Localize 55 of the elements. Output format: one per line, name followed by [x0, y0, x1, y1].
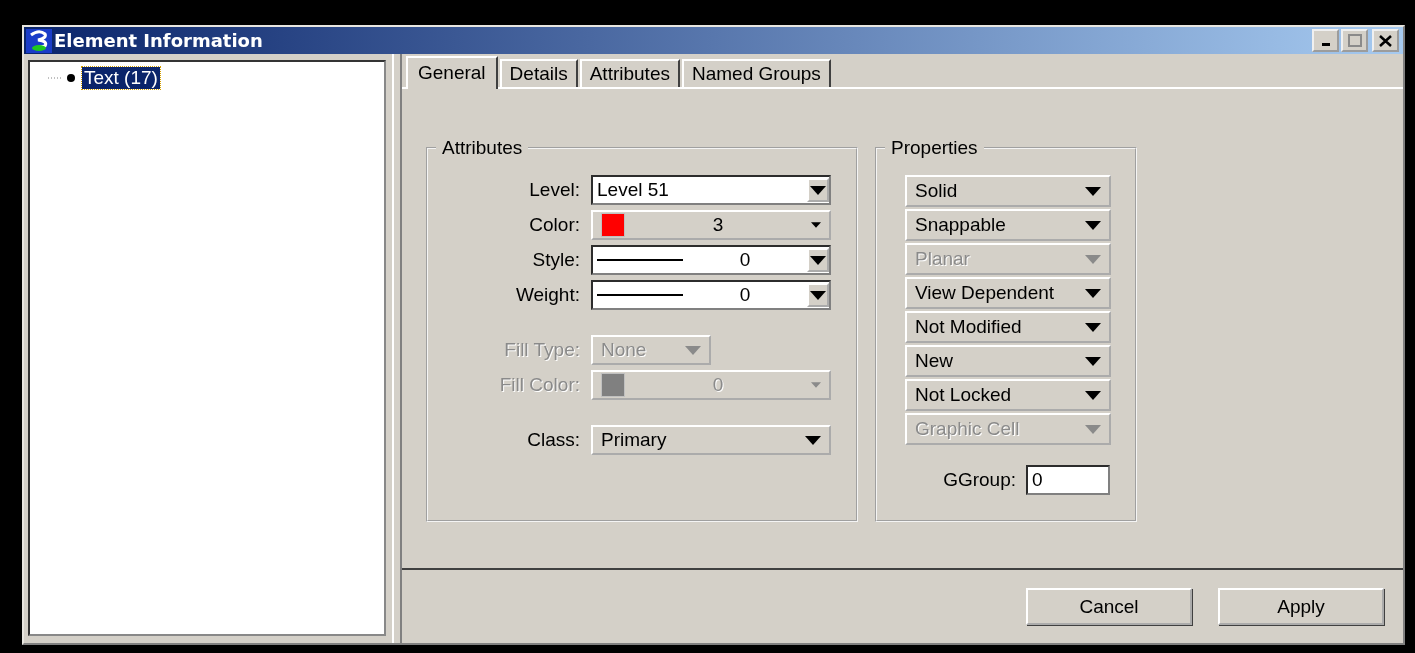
- dialog-button[interactable]: Apply: [1218, 588, 1384, 625]
- property-dropdown[interactable]: View Dependent: [905, 277, 1111, 309]
- minimize-icon: [1321, 43, 1330, 46]
- field-label: Class:: [527, 429, 580, 451]
- dropdown-button[interactable]: Primary: [591, 425, 831, 455]
- field-label: Fill Type:: [504, 339, 580, 361]
- field-label: Fill Color:: [499, 374, 580, 396]
- tree-node-icon: [48, 74, 76, 82]
- tree-item[interactable]: Text (17): [82, 67, 160, 89]
- close-button[interactable]: [1372, 29, 1399, 52]
- field-label: Color:: [529, 214, 580, 236]
- property-dropdown[interactable]: Snappable: [905, 209, 1111, 241]
- caret-icon: [1085, 288, 1101, 298]
- close-icon: [1379, 34, 1392, 47]
- caret-icon: [1085, 356, 1101, 366]
- property-dropdown[interactable]: Not Locked: [905, 379, 1111, 411]
- line-dropdown[interactable]: 0: [591, 245, 831, 275]
- caret-icon: [1085, 424, 1101, 434]
- splitter-bar[interactable]: [392, 54, 402, 643]
- line-style-icon: [597, 258, 683, 262]
- caret-icon: [810, 185, 826, 195]
- tab[interactable]: General: [406, 56, 498, 89]
- caret-icon: [1085, 254, 1101, 264]
- caret-icon: [811, 382, 821, 388]
- property-dropdown[interactable]: Not Modified: [905, 311, 1111, 343]
- caret-icon: [811, 222, 821, 228]
- field-label: Weight:: [515, 284, 580, 306]
- dialog-button[interactable]: Cancel: [1026, 588, 1192, 625]
- caret-icon: [1085, 220, 1101, 230]
- caret-icon: [810, 255, 826, 265]
- caret-icon: [810, 290, 826, 300]
- level-dropdown[interactable]: Level 51: [591, 175, 831, 205]
- window-title: Element Information: [54, 30, 264, 51]
- property-dropdown[interactable]: New: [905, 345, 1111, 377]
- property-dropdown[interactable]: Solid: [905, 175, 1111, 207]
- line-dropdown[interactable]: 0: [591, 280, 831, 310]
- group-title: Properties: [890, 137, 979, 159]
- tab[interactable]: Attributes: [579, 59, 680, 87]
- field-label: Style:: [532, 249, 580, 271]
- maximize-icon: [1347, 34, 1362, 47]
- caret-icon: [685, 345, 701, 355]
- line-style-icon: [597, 293, 683, 297]
- tab[interactable]: Named Groups: [681, 59, 831, 87]
- minimize-button[interactable]: [1312, 29, 1339, 52]
- app-logo-icon: [26, 28, 52, 53]
- ggroup-field[interactable]: 0: [1026, 465, 1110, 495]
- caret-icon: [1085, 322, 1101, 332]
- color-dropdown[interactable]: 3: [591, 210, 831, 240]
- tab[interactable]: Details: [499, 59, 578, 87]
- caret-icon: [805, 435, 821, 445]
- caret-icon: [1085, 186, 1101, 196]
- caret-icon: [1085, 390, 1101, 400]
- group-title: Attributes: [441, 137, 524, 159]
- field-label: Level:: [529, 179, 580, 201]
- field-label: GGroup:: [943, 469, 1016, 491]
